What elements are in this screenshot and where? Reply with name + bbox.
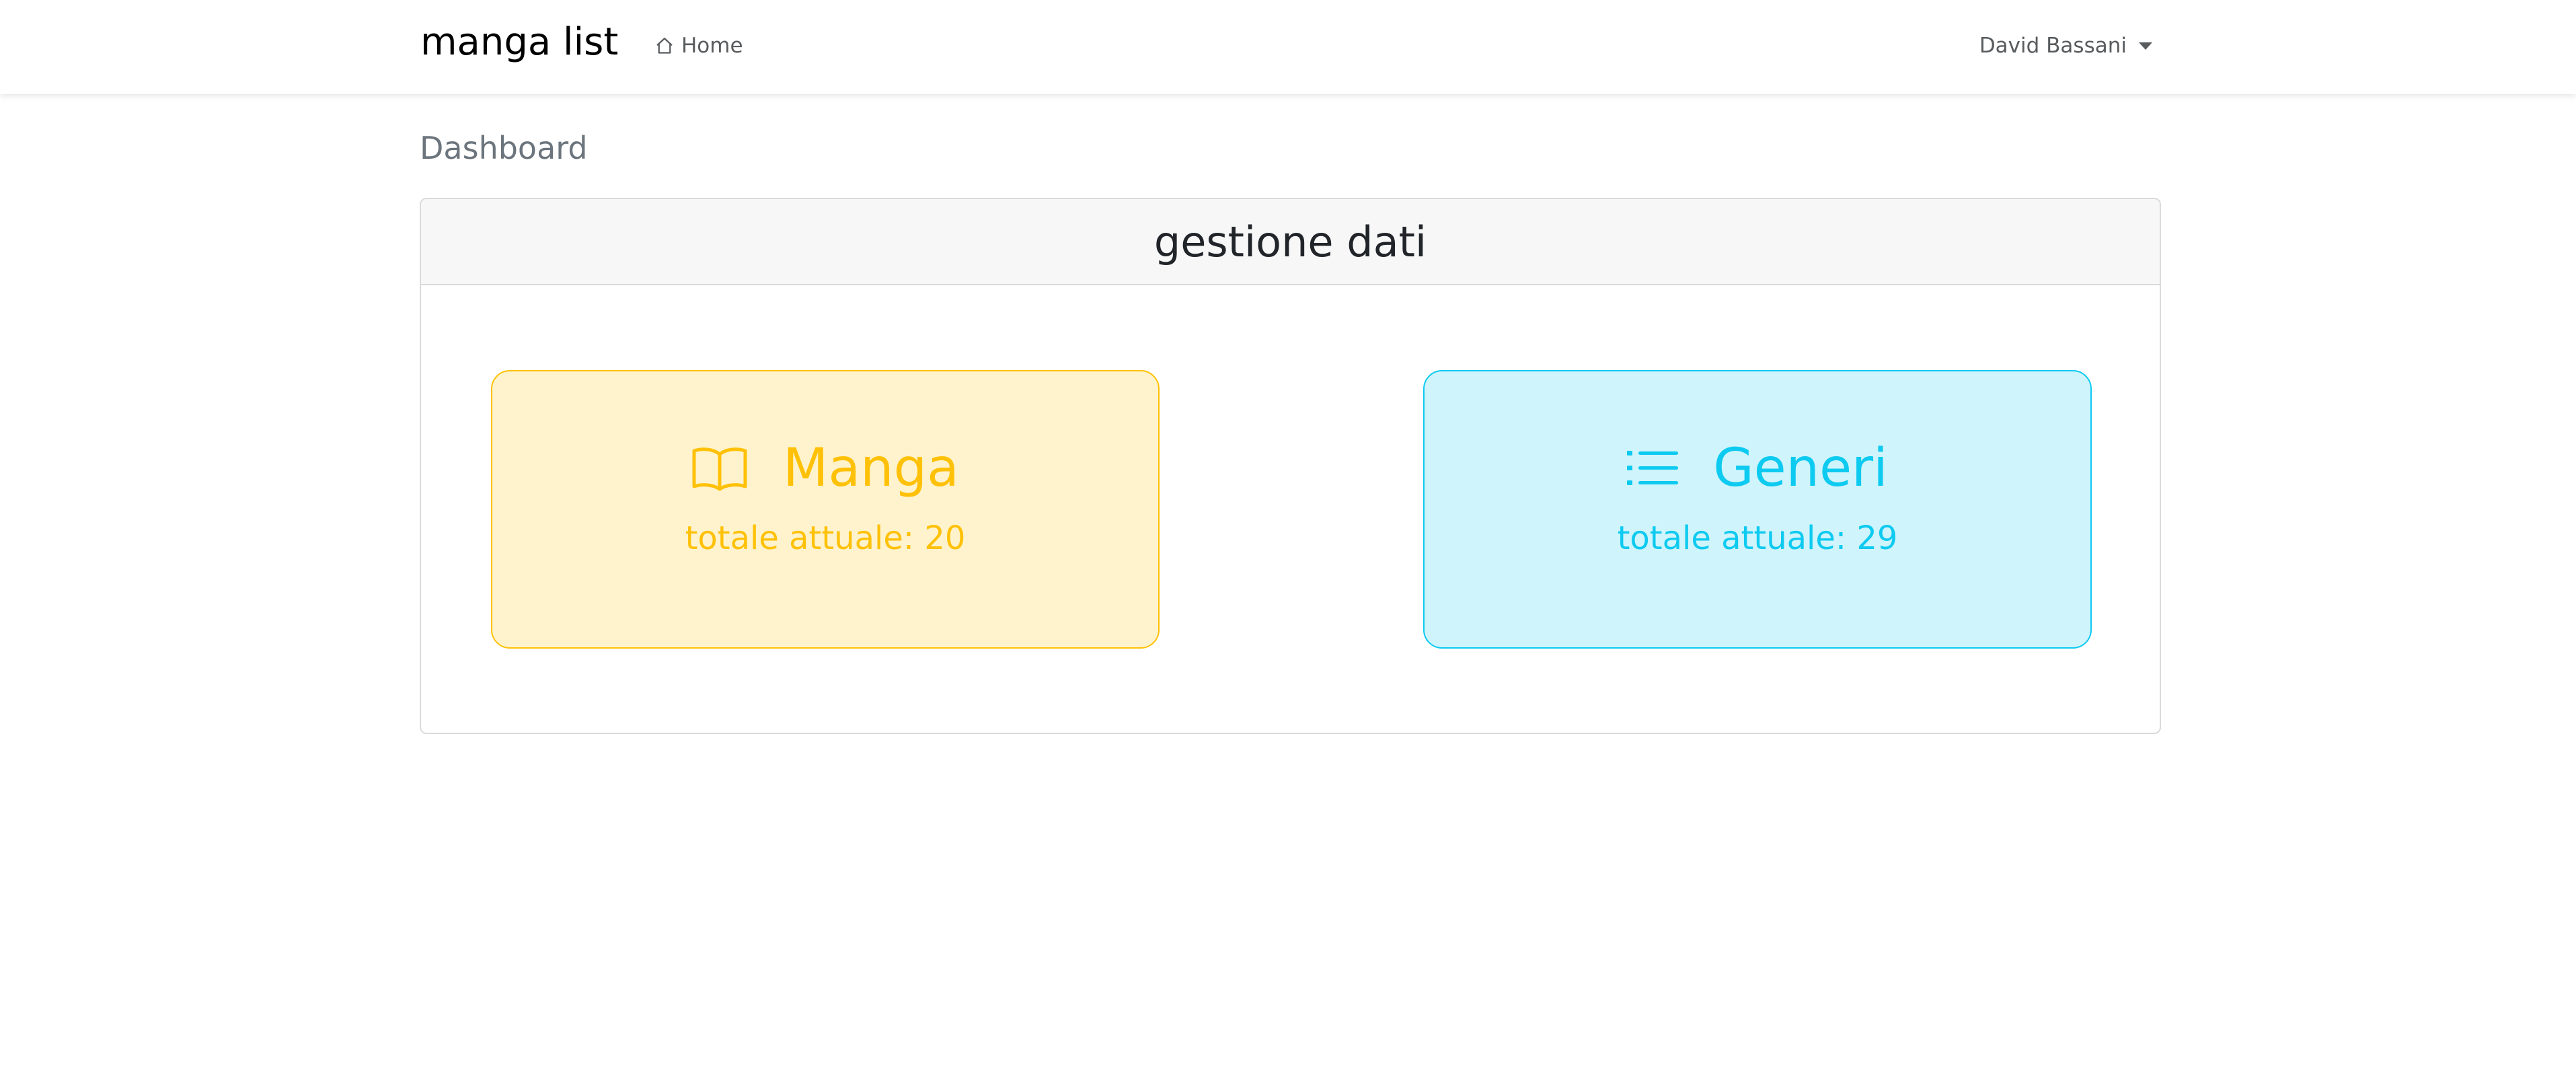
generi-tile[interactable]: Generi totale attuale: 29: [1423, 370, 2092, 649]
page-title: Dashboard: [420, 130, 588, 166]
generi-tile-label: Generi: [1713, 438, 1888, 499]
list-icon: [1627, 448, 1679, 488]
generi-tile-title: Generi: [1627, 437, 1888, 499]
data-management-card: gestione dati Manga totale attuale: 20 G…: [420, 198, 2161, 734]
user-menu-dropdown[interactable]: David Bassani: [1979, 31, 2152, 61]
manga-tile-title: Manga: [691, 437, 959, 499]
brand-link[interactable]: manga list: [420, 20, 618, 65]
manga-total-count: totale attuale: 20: [685, 519, 966, 557]
manga-tile[interactable]: Manga totale attuale: 20: [491, 370, 1160, 649]
open-book-icon: [691, 445, 748, 492]
top-navbar: manga list Home David Bassani: [0, 0, 2576, 94]
manga-tile-label: Manga: [783, 438, 959, 499]
card-header-title: gestione dati: [421, 199, 2160, 285]
generi-total-count: totale attuale: 29: [1617, 519, 1898, 557]
user-name: David Bassani: [1979, 34, 2127, 58]
nav-home-link[interactable]: Home: [654, 31, 743, 61]
house-icon: [654, 36, 675, 56]
nav-home-label: Home: [681, 34, 743, 58]
chevron-down-icon: [2139, 42, 2152, 50]
